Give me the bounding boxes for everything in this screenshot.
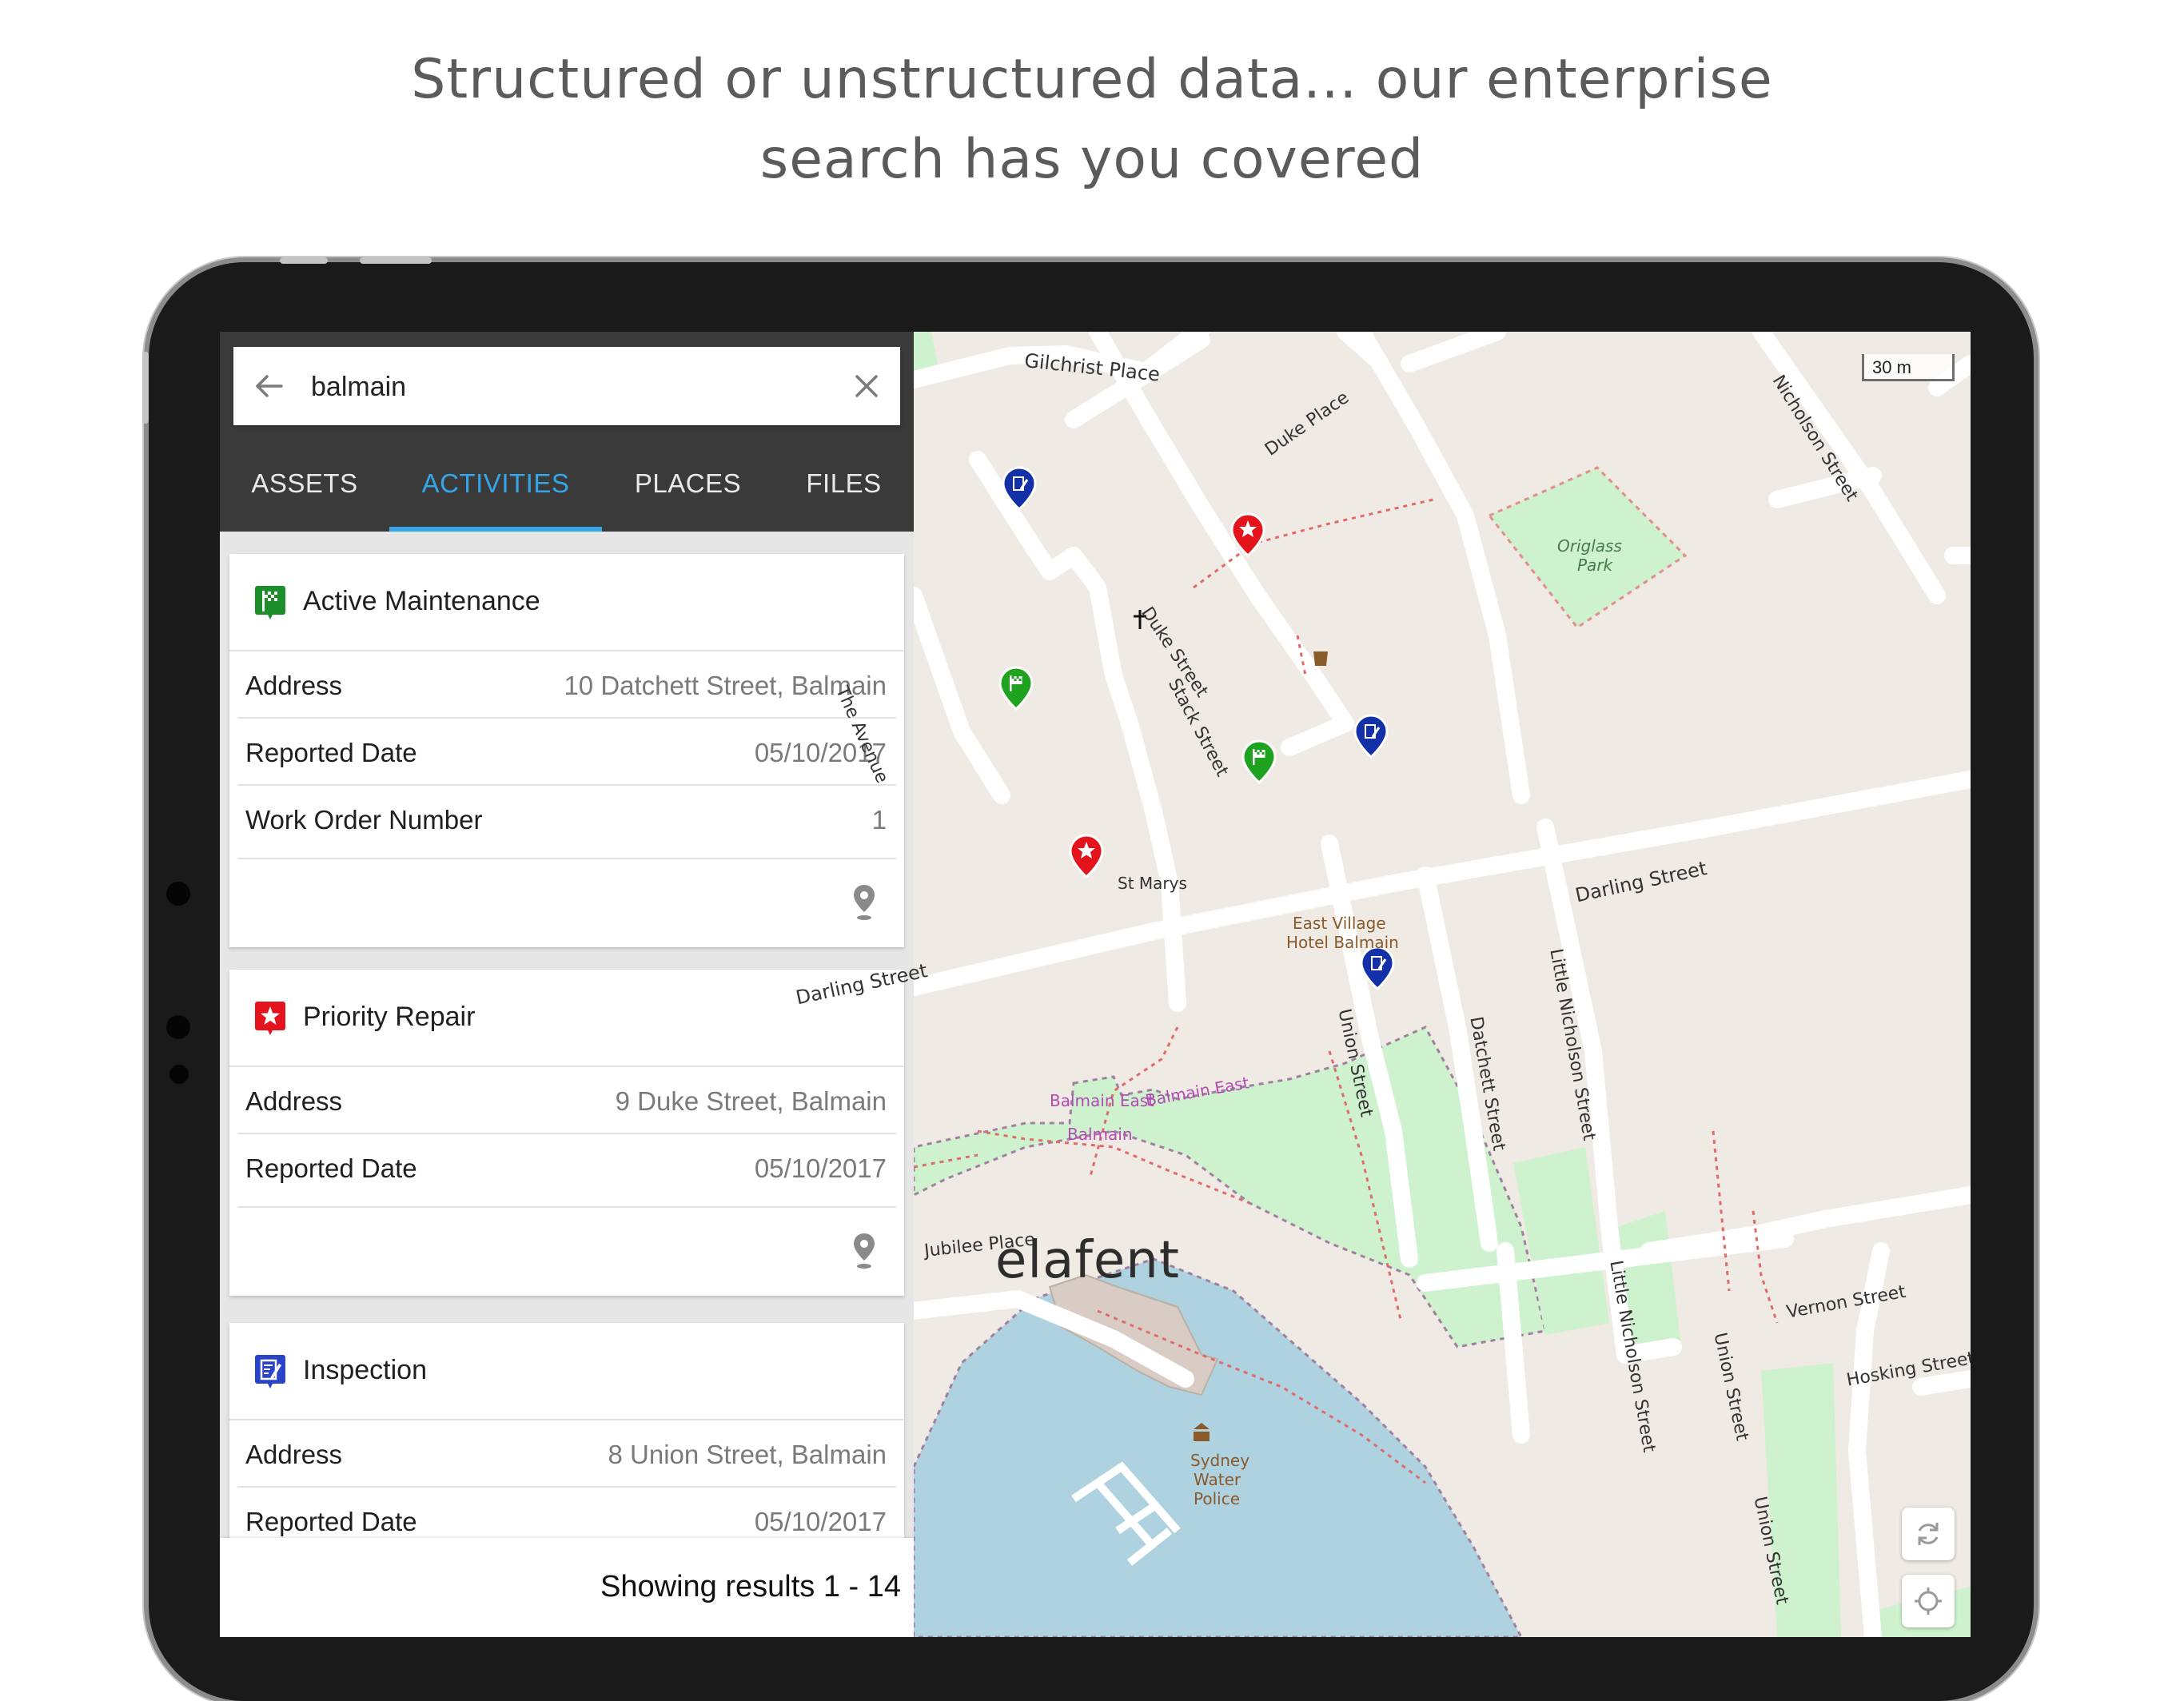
detail-label: Address bbox=[245, 1440, 343, 1469]
refresh-icon bbox=[1918, 1523, 1939, 1545]
locate-icon bbox=[1915, 1587, 1942, 1615]
card-footer bbox=[229, 859, 904, 947]
location-pin-icon[interactable] bbox=[851, 1232, 877, 1270]
sensor bbox=[169, 1065, 189, 1084]
poi-label: St Marys bbox=[1118, 874, 1187, 893]
headline-line-1: Structured or unstructured data... our e… bbox=[411, 48, 1773, 111]
card-title: Inspection bbox=[303, 1355, 427, 1385]
poi-label: Balmain East bbox=[1050, 1091, 1155, 1110]
card-header: Priority Repair bbox=[229, 970, 904, 1067]
map-view[interactable]: Gilchrist Place Duke Place Nicholson Str… bbox=[794, 332, 1971, 1637]
poi-label: Balmain bbox=[1067, 1125, 1133, 1144]
tab-activities[interactable]: ACTIVITIES bbox=[389, 436, 602, 532]
results-count-bar: Showing results 1 - 14 bbox=[220, 1538, 914, 1637]
inspection-clipboard-icon bbox=[255, 1355, 285, 1388]
side-button bbox=[142, 352, 149, 424]
poi-label: Sydney bbox=[1190, 1451, 1250, 1470]
detail-row: Address 10 Datchett Street, Balmain bbox=[237, 651, 896, 719]
poi-label: Water bbox=[1194, 1470, 1241, 1489]
detail-row: Reported Date 05/10/2017 bbox=[237, 719, 896, 786]
detail-row: Work Order Number 1 bbox=[237, 786, 896, 859]
volume-button bbox=[280, 257, 328, 264]
detail-label: Work Order Number bbox=[245, 805, 483, 835]
detail-value: 9 Duke Street, Balmain bbox=[615, 1086, 887, 1116]
camera bbox=[166, 882, 190, 906]
location-pin-icon[interactable] bbox=[851, 883, 877, 922]
map-scale: 30 m bbox=[1862, 354, 1955, 381]
arrow-left-icon[interactable] bbox=[249, 367, 288, 405]
close-icon[interactable] bbox=[847, 367, 886, 405]
tab-assets[interactable]: ASSETS bbox=[220, 436, 389, 532]
detail-label: Address bbox=[245, 1086, 343, 1116]
brand-logo: elafent bbox=[995, 1231, 1180, 1290]
volume-button bbox=[360, 257, 432, 264]
map-canvas bbox=[914, 332, 1971, 1637]
results-count: Showing results 1 - 14 bbox=[600, 1570, 901, 1603]
detail-label: Reported Date bbox=[245, 738, 417, 767]
detail-value: 8 Union Street, Balmain bbox=[608, 1440, 887, 1469]
headline-line-2: search has you covered bbox=[759, 128, 1425, 191]
detail-value: 05/10/2017 bbox=[754, 1507, 887, 1536]
tab-files[interactable]: FILES bbox=[774, 436, 914, 532]
poi-label: East Village bbox=[1293, 914, 1386, 933]
result-card-active-maintenance[interactable]: Active Maintenance Address 10 Datchett S… bbox=[229, 554, 904, 947]
poi-label: Origlass bbox=[1557, 536, 1622, 556]
detail-row: Reported Date 05/10/2017 bbox=[237, 1134, 896, 1208]
search-bar bbox=[233, 347, 900, 425]
detail-label: Reported Date bbox=[245, 1507, 417, 1536]
card-header: Inspection bbox=[229, 1323, 904, 1420]
app-screen: ASSETS ACTIVITIES PLACES FILES Activ bbox=[220, 332, 1971, 1637]
detail-row: Address 9 Duke Street, Balmain bbox=[237, 1067, 896, 1134]
priority-star-icon bbox=[255, 1002, 285, 1035]
detail-label: Address bbox=[245, 671, 343, 700]
card-header: Active Maintenance bbox=[229, 554, 904, 651]
card-title: Priority Repair bbox=[303, 1002, 476, 1032]
maintenance-flag-icon bbox=[255, 586, 285, 619]
refresh-button[interactable] bbox=[1902, 1508, 1955, 1560]
detail-label: Reported Date bbox=[245, 1153, 417, 1183]
detail-value: 05/10/2017 bbox=[754, 1153, 887, 1183]
headline: Structured or unstructured data... our e… bbox=[0, 40, 2184, 200]
tab-places[interactable]: PLACES bbox=[602, 436, 774, 532]
active-tab-indicator bbox=[389, 527, 602, 532]
search-input[interactable] bbox=[309, 361, 824, 412]
result-card-priority-repair[interactable]: Priority Repair Address 9 Duke Street, B… bbox=[229, 970, 904, 1296]
result-tabs: ASSETS ACTIVITIES PLACES FILES bbox=[220, 436, 914, 532]
sensor bbox=[166, 1015, 190, 1039]
poi-label: Police bbox=[1194, 1489, 1240, 1508]
poi-label: Hotel Balmain bbox=[1286, 933, 1399, 952]
poi-label: Park bbox=[1577, 556, 1613, 575]
detail-value: 1 bbox=[871, 805, 887, 835]
card-footer bbox=[229, 1208, 904, 1296]
panel-header: ASSETS ACTIVITIES PLACES FILES bbox=[220, 332, 914, 532]
card-title: Active Maintenance bbox=[303, 586, 540, 616]
locate-button[interactable] bbox=[1902, 1575, 1955, 1627]
detail-row: Address 8 Union Street, Balmain bbox=[237, 1420, 896, 1488]
